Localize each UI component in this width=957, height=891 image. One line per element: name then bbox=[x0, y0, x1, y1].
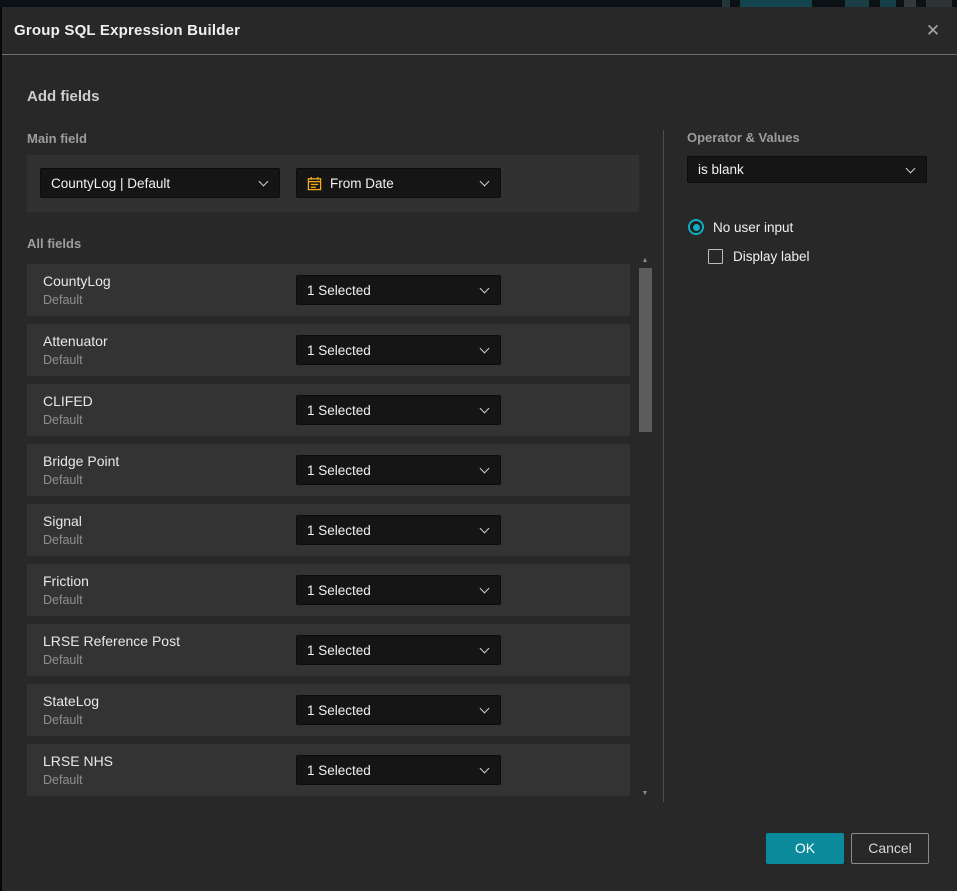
field-select-value: From Date bbox=[330, 176, 394, 191]
selected-count: 1 Selected bbox=[307, 583, 371, 598]
operator-select-value: is blank bbox=[698, 162, 744, 177]
field-type: Default bbox=[43, 353, 83, 367]
main-field-panel: CountyLog | Default From Date bbox=[27, 155, 639, 212]
field-selected-dropdown[interactable]: 1 Selected bbox=[296, 575, 501, 605]
field-row-countylog: CountyLog Default 1 Selected bbox=[27, 264, 630, 316]
dialog-title: Group SQL Expression Builder bbox=[14, 7, 240, 55]
background-fragment bbox=[722, 0, 730, 7]
background-fragment bbox=[880, 0, 896, 7]
field-name: Attenuator bbox=[43, 333, 108, 349]
field-selected-dropdown[interactable]: 1 Selected bbox=[296, 335, 501, 365]
layer-select-value: CountyLog | Default bbox=[51, 176, 170, 191]
cancel-button[interactable]: Cancel bbox=[851, 833, 929, 864]
chevron-down-icon bbox=[259, 177, 269, 187]
field-name: Bridge Point bbox=[43, 453, 119, 469]
chevron-down-icon bbox=[480, 464, 490, 474]
display-label-checkbox-row[interactable]: Display label bbox=[708, 248, 810, 264]
no-user-input-radio[interactable]: No user input bbox=[688, 218, 793, 236]
selected-count: 1 Selected bbox=[307, 763, 371, 778]
add-fields-heading: Add fields bbox=[27, 88, 100, 105]
field-type: Default bbox=[43, 593, 83, 607]
field-selected-dropdown[interactable]: 1 Selected bbox=[296, 515, 501, 545]
chevron-down-icon bbox=[480, 344, 490, 354]
chevron-down-icon bbox=[906, 163, 916, 173]
chevron-down-icon bbox=[480, 524, 490, 534]
field-type: Default bbox=[43, 533, 83, 547]
group-sql-expression-builder-dialog: Group SQL Expression Builder ✕ Add field… bbox=[2, 7, 957, 891]
field-row-lrse-reference-post: LRSE Reference Post Default 1 Selected bbox=[27, 624, 630, 676]
field-selected-dropdown[interactable]: 1 Selected bbox=[296, 275, 501, 305]
field-name: LRSE Reference Post bbox=[43, 633, 180, 649]
selected-count: 1 Selected bbox=[307, 283, 371, 298]
field-type: Default bbox=[43, 653, 83, 667]
dialog-header: Group SQL Expression Builder ✕ bbox=[2, 7, 957, 55]
field-selected-dropdown[interactable]: 1 Selected bbox=[296, 455, 501, 485]
field-type: Default bbox=[43, 413, 83, 427]
field-select[interactable]: From Date bbox=[296, 168, 501, 198]
background-fragment bbox=[926, 0, 952, 7]
selected-count: 1 Selected bbox=[307, 403, 371, 418]
field-row-statelog: StateLog Default 1 Selected bbox=[27, 684, 630, 736]
selected-count: 1 Selected bbox=[307, 703, 371, 718]
scrollbar-thumb[interactable] bbox=[639, 268, 652, 432]
chevron-down-icon bbox=[480, 764, 490, 774]
field-selected-dropdown[interactable]: 1 Selected bbox=[296, 395, 501, 425]
radio-selected-icon bbox=[688, 219, 704, 235]
field-row-clifed: CLIFED Default 1 Selected bbox=[27, 384, 630, 436]
selected-count: 1 Selected bbox=[307, 463, 371, 478]
chevron-down-icon bbox=[480, 284, 490, 294]
selected-count: 1 Selected bbox=[307, 523, 371, 538]
selected-count: 1 Selected bbox=[307, 643, 371, 658]
field-row-friction: Friction Default 1 Selected bbox=[27, 564, 630, 616]
scrollbar-up-arrow-icon[interactable]: ▲ bbox=[638, 257, 652, 265]
field-row-signal: Signal Default 1 Selected bbox=[27, 504, 630, 556]
screen: Group SQL Expression Builder ✕ Add field… bbox=[0, 0, 957, 891]
background-fragment bbox=[740, 0, 812, 7]
calendar-icon bbox=[307, 176, 322, 191]
chevron-down-icon bbox=[480, 404, 490, 414]
operator-values-label: Operator & Values bbox=[687, 130, 800, 145]
field-selected-dropdown[interactable]: 1 Selected bbox=[296, 635, 501, 665]
chevron-down-icon bbox=[480, 584, 490, 594]
scrollbar-down-arrow-icon[interactable]: ▼ bbox=[638, 790, 652, 798]
field-type: Default bbox=[43, 473, 83, 487]
field-name: Friction bbox=[43, 573, 89, 589]
ok-button[interactable]: OK bbox=[766, 833, 844, 864]
operator-select[interactable]: is blank bbox=[687, 156, 927, 183]
field-row-bridge-point: Bridge Point Default 1 Selected bbox=[27, 444, 630, 496]
radio-dot bbox=[693, 224, 700, 231]
chevron-down-icon bbox=[480, 704, 490, 714]
no-user-input-label: No user input bbox=[713, 220, 793, 235]
field-name: CLIFED bbox=[43, 393, 93, 409]
chevron-down-icon bbox=[480, 644, 490, 654]
field-name: LRSE NHS bbox=[43, 753, 113, 769]
selected-count: 1 Selected bbox=[307, 343, 371, 358]
field-name: StateLog bbox=[43, 693, 99, 709]
all-fields-label: All fields bbox=[27, 236, 81, 251]
field-name: Signal bbox=[43, 513, 82, 529]
vertical-divider bbox=[663, 130, 664, 802]
field-type: Default bbox=[43, 773, 83, 787]
field-row-attenuator: Attenuator Default 1 Selected bbox=[27, 324, 630, 376]
field-type: Default bbox=[43, 293, 83, 307]
background-app-strip bbox=[0, 0, 957, 7]
display-label-label: Display label bbox=[733, 249, 810, 264]
field-selected-dropdown[interactable]: 1 Selected bbox=[296, 695, 501, 725]
background-fragment bbox=[845, 0, 869, 7]
layer-select[interactable]: CountyLog | Default bbox=[40, 168, 280, 198]
field-type: Default bbox=[43, 713, 83, 727]
main-field-label: Main field bbox=[27, 131, 87, 146]
field-row-lrse-nhs: LRSE NHS Default 1 Selected bbox=[27, 744, 630, 796]
background-fragment bbox=[904, 0, 916, 7]
field-name: CountyLog bbox=[43, 273, 111, 289]
chevron-down-icon bbox=[480, 177, 490, 187]
checkbox-unchecked-icon bbox=[708, 249, 723, 264]
close-icon[interactable]: ✕ bbox=[922, 20, 944, 42]
field-selected-dropdown[interactable]: 1 Selected bbox=[296, 755, 501, 785]
